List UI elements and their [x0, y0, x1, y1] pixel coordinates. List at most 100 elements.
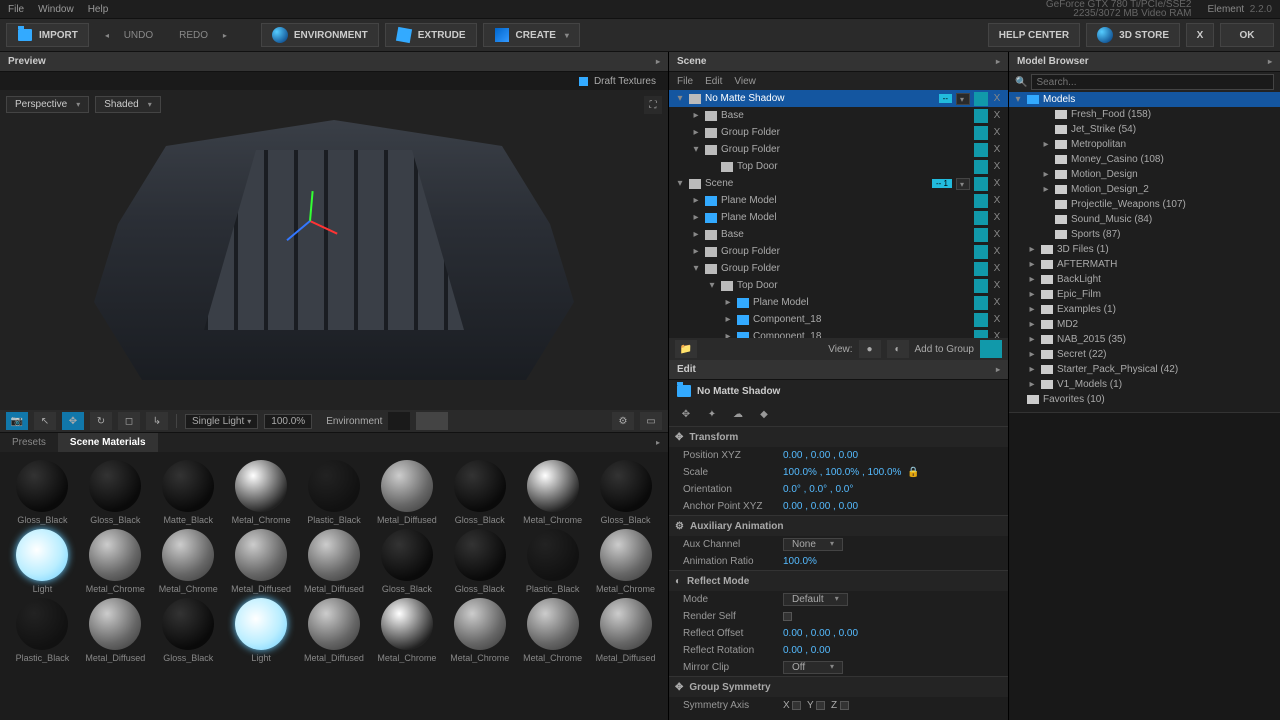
light-dropdown[interactable]: Single Light [185, 414, 258, 429]
prop-position-value[interactable]: 0.00 , 0.00 , 0.00 [783, 450, 858, 461]
camera-tool[interactable]: 📷 [6, 412, 28, 430]
aux-ratio-value[interactable]: 100.0% [783, 556, 817, 567]
ok-button[interactable]: OK [1220, 23, 1274, 47]
scene-menu-file[interactable]: File [677, 76, 693, 87]
material-item[interactable]: Gloss_Black [154, 598, 223, 663]
delete-icon[interactable]: X [990, 93, 1004, 104]
visibility-toggle[interactable] [974, 313, 988, 327]
browser-row[interactable]: ▸V1_Models (1) [1009, 377, 1280, 392]
environment-button[interactable]: ENVIRONMENT [261, 23, 379, 47]
delete-icon[interactable]: X [990, 280, 1004, 291]
tree-row[interactable]: ▸BaseX [669, 226, 1008, 243]
material-item[interactable]: Metal_Diffused [81, 598, 150, 663]
mirror-clip-dropdown[interactable]: Off [783, 661, 843, 674]
material-item[interactable]: Gloss_Black [81, 460, 150, 525]
material-item[interactable]: Metal_Chrome [445, 598, 514, 663]
light-pct[interactable]: 100.0% [264, 414, 312, 429]
material-item[interactable]: Metal_Chrome [518, 460, 587, 525]
env-toggle[interactable] [388, 412, 410, 430]
section-aux[interactable]: ⚙Auxiliary Animation [669, 516, 1008, 536]
browser-row[interactable]: ▸Metropolitan [1009, 137, 1280, 152]
tab-presets[interactable]: Presets [0, 433, 58, 452]
material-item[interactable]: Gloss_Black [591, 460, 660, 525]
reflect-mode-dropdown[interactable]: Default [783, 593, 848, 606]
anchor-tool[interactable]: ↳ [146, 412, 168, 430]
browser-row[interactable]: ▸BackLight [1009, 272, 1280, 287]
sym-y-checkbox[interactable] [816, 701, 825, 710]
menu-window[interactable]: Window [38, 4, 74, 15]
tree-row[interactable]: ▾No Matte Shadow--X [669, 90, 1008, 107]
rotate-tool[interactable]: ↻ [90, 412, 112, 430]
material-item[interactable]: Metal_Diffused [300, 529, 369, 594]
visibility-toggle[interactable] [974, 109, 988, 123]
material-item[interactable]: Metal_Chrome [227, 460, 296, 525]
env-swatch[interactable] [416, 412, 448, 430]
material-item[interactable]: Plastic_Black [518, 529, 587, 594]
move-icon[interactable]: ✥ [677, 405, 695, 423]
visibility-toggle[interactable] [974, 194, 988, 208]
tree-row[interactable]: ▸Plane ModelX [669, 192, 1008, 209]
lock-icon[interactable]: 🔒 [907, 467, 919, 478]
sym-z-checkbox[interactable] [840, 701, 849, 710]
visibility-toggle[interactable] [974, 296, 988, 310]
import-button[interactable]: IMPORT [6, 23, 89, 47]
browser-row[interactable]: Favorites (10) [1009, 392, 1280, 407]
browser-row[interactable]: ▸3D Files (1) [1009, 242, 1280, 257]
delete-icon[interactable]: X [990, 161, 1004, 172]
material-item[interactable]: Metal_Diffused [372, 460, 441, 525]
collapse-icon[interactable] [656, 56, 660, 67]
visibility-toggle[interactable] [974, 92, 988, 106]
visibility-toggle[interactable] [974, 211, 988, 225]
delete-icon[interactable]: X [990, 297, 1004, 308]
add-group-icon[interactable] [980, 340, 1002, 358]
visibility-toggle[interactable] [974, 262, 988, 276]
visibility-toggle[interactable] [974, 143, 988, 157]
visibility-toggle[interactable] [974, 160, 988, 174]
section-transform[interactable]: ✥Transform [669, 427, 1008, 447]
visibility-toggle[interactable] [974, 126, 988, 140]
visibility-toggle[interactable] [974, 177, 988, 191]
menu-file[interactable]: File [8, 4, 24, 15]
add-to-group-button[interactable]: Add to Group [915, 344, 974, 355]
delete-icon[interactable]: X [990, 195, 1004, 206]
collapse-icon[interactable] [996, 364, 1000, 375]
collapse-icon[interactable] [996, 56, 1000, 67]
delete-icon[interactable]: X [990, 127, 1004, 138]
close-button[interactable]: X [1186, 23, 1214, 47]
tree-row[interactable]: ▸Group FolderX [669, 243, 1008, 260]
section-symmetry[interactable]: ✥Group Symmetry [669, 677, 1008, 697]
diamond-icon[interactable]: ◆ [755, 405, 773, 423]
material-item[interactable]: Metal_Diffused [591, 598, 660, 663]
visibility-toggle[interactable] [974, 245, 988, 259]
search-input[interactable] [1031, 74, 1274, 90]
sym-x-checkbox[interactable] [792, 701, 801, 710]
material-item[interactable]: Gloss_Black [372, 529, 441, 594]
collapse-icon[interactable] [648, 433, 668, 452]
browser-row[interactable]: ▸AFTERMATH [1009, 257, 1280, 272]
extrude-button[interactable]: EXTRUDE [385, 23, 477, 47]
material-item[interactable]: Gloss_Black [8, 460, 77, 525]
visibility-toggle[interactable] [974, 330, 988, 339]
browser-row[interactable]: ▾Models [1009, 92, 1280, 107]
material-item[interactable]: Gloss_Black [445, 460, 514, 525]
delete-icon[interactable]: X [990, 331, 1004, 338]
material-item[interactable]: Light [8, 529, 77, 594]
browser-row[interactable]: Projectile_Weapons (107) [1009, 197, 1280, 212]
tree-row[interactable]: ▸Plane ModelX [669, 294, 1008, 311]
material-item[interactable]: Metal_Diffused [300, 598, 369, 663]
browser-row[interactable]: ▸NAB_2015 (35) [1009, 332, 1280, 347]
material-item[interactable]: Metal_Chrome [154, 529, 223, 594]
menu-help[interactable]: Help [88, 4, 109, 15]
material-item[interactable]: Metal_Chrome [518, 598, 587, 663]
browser-row[interactable]: Money_Casino (108) [1009, 152, 1280, 167]
material-item[interactable]: Metal_Chrome [372, 598, 441, 663]
delete-icon[interactable]: X [990, 212, 1004, 223]
delete-icon[interactable]: X [990, 314, 1004, 325]
tree-row[interactable]: ▸Plane ModelX [669, 209, 1008, 226]
view-mode-1[interactable]: ● [859, 340, 881, 358]
scene-menu-view[interactable]: View [734, 76, 756, 87]
material-item[interactable]: Metal_Chrome [81, 529, 150, 594]
browser-row[interactable]: ▸Motion_Design [1009, 167, 1280, 182]
browser-row[interactable]: Fresh_Food (158) [1009, 107, 1280, 122]
particles-icon[interactable]: ✦ [703, 405, 721, 423]
